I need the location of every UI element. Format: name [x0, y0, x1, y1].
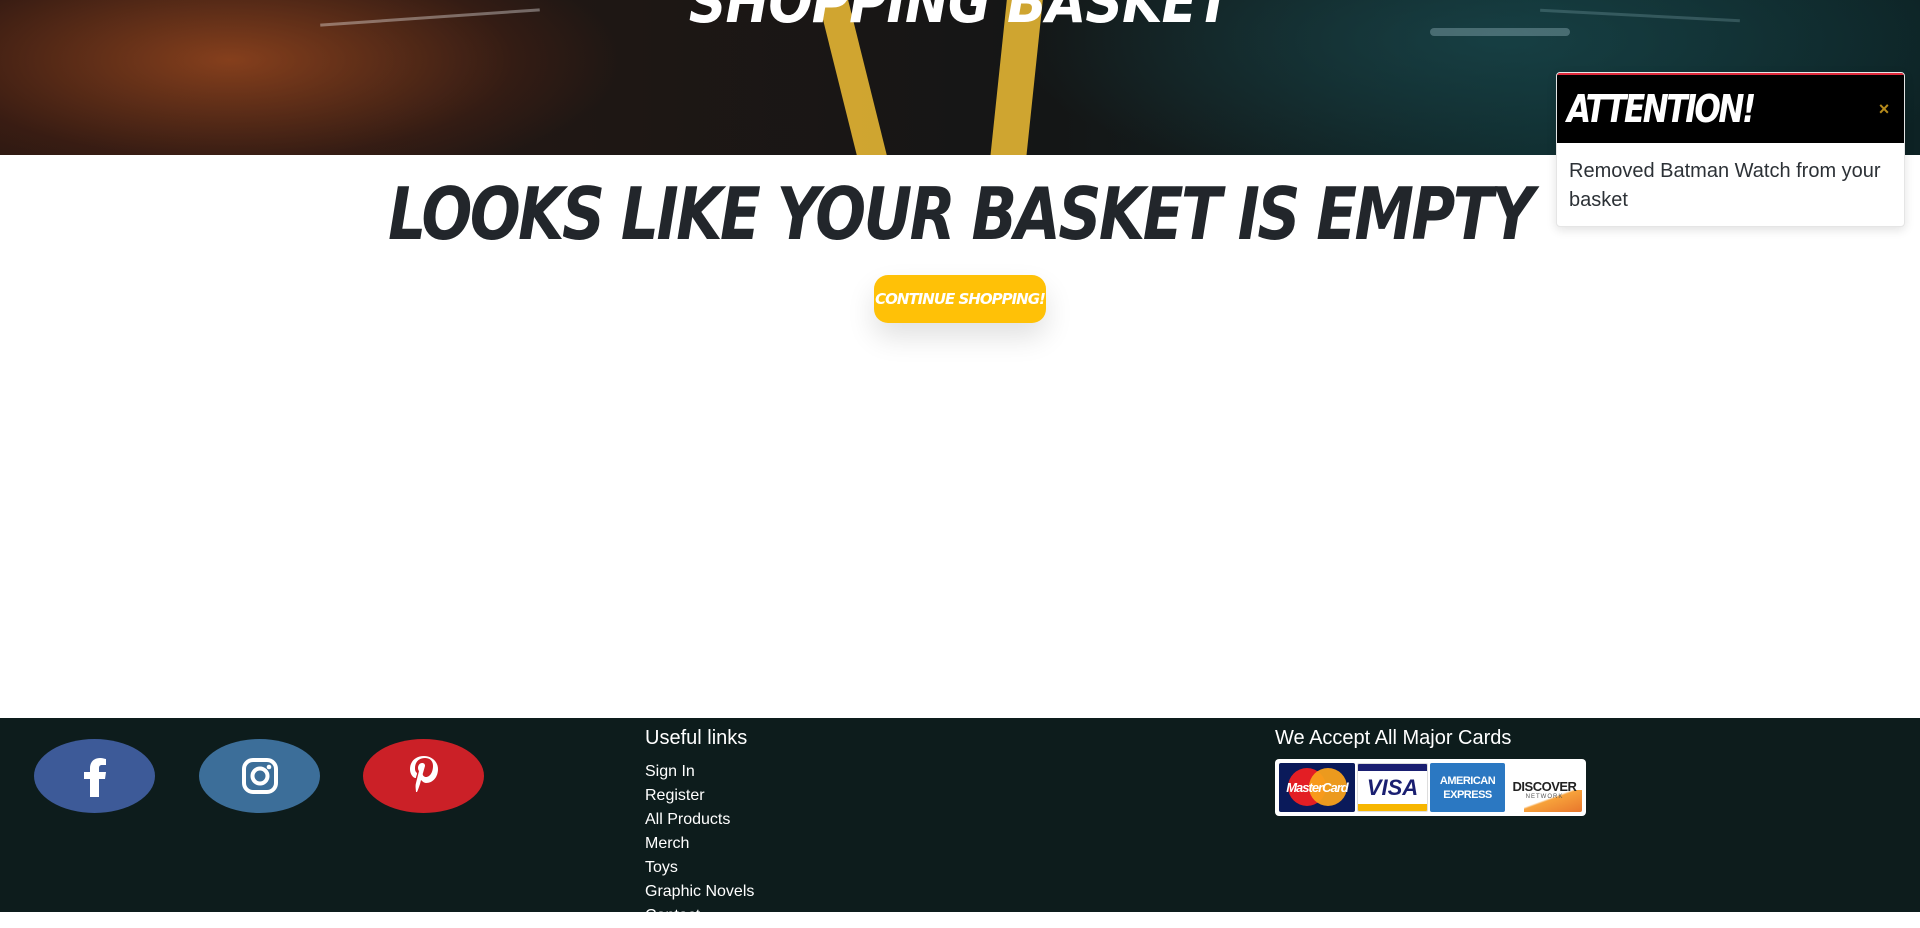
discover-sub-label: NETWORK — [1525, 794, 1564, 800]
cards-heading: We Accept All Major Cards — [1275, 727, 1512, 749]
footer-link-register[interactable]: Register — [645, 784, 754, 808]
instagram-icon — [241, 758, 278, 794]
pinterest-icon — [409, 756, 438, 792]
pinterest-link[interactable] — [363, 739, 484, 813]
discover-logo: DISCOVER NETWORK — [1507, 763, 1582, 812]
instagram-link[interactable] — [199, 739, 320, 813]
mastercard-label: MasterCard — [1286, 780, 1349, 795]
toast-title: Attention! — [1567, 87, 1756, 131]
amex-label-line1: AMERICAN — [1439, 774, 1496, 787]
mastercard-logo: MasterCard — [1279, 763, 1355, 812]
continue-shopping-button[interactable]: Continue Shopping! — [874, 275, 1046, 323]
footer-link-sign-in[interactable]: Sign In — [645, 760, 754, 784]
accepted-cards: MasterCard VISA AMERICAN EXPRESS DISCOVE… — [1275, 759, 1586, 816]
useful-links-list: Sign In Register All Products Merch Toys… — [645, 760, 754, 928]
footer-link-toys[interactable]: Toys — [645, 856, 754, 880]
footer-link-all-products[interactable]: All Products — [645, 808, 754, 832]
footer-link-contact[interactable]: Contact — [645, 904, 754, 928]
footer: Useful links Sign In Register All Produc… — [0, 718, 1920, 924]
visa-logo: VISA — [1356, 763, 1429, 812]
useful-links-heading: Useful links — [645, 727, 748, 749]
toast-header: Attention! × — [1557, 73, 1904, 143]
amex-logo: AMERICAN EXPRESS — [1430, 763, 1506, 812]
footer-link-merch[interactable]: Merch — [645, 832, 754, 856]
facebook-icon — [83, 758, 106, 797]
visa-label: VISA — [1366, 775, 1419, 800]
toast-message: Removed Batman Watch from your basket — [1569, 160, 1881, 211]
facebook-link[interactable] — [34, 739, 155, 813]
empty-basket-heading: Looks like your basket is empty — [388, 172, 1534, 256]
footer-link-graphic-novels[interactable]: Graphic Novels — [645, 880, 754, 904]
amex-label-line2: EXPRESS — [1443, 788, 1492, 801]
close-icon[interactable]: × — [1874, 99, 1894, 120]
notification-toast: Attention! × Removed Batman Watch from y… — [1556, 72, 1905, 227]
page-title: Shopping Basket — [688, 0, 1232, 36]
discover-label: DISCOVER — [1512, 779, 1577, 794]
